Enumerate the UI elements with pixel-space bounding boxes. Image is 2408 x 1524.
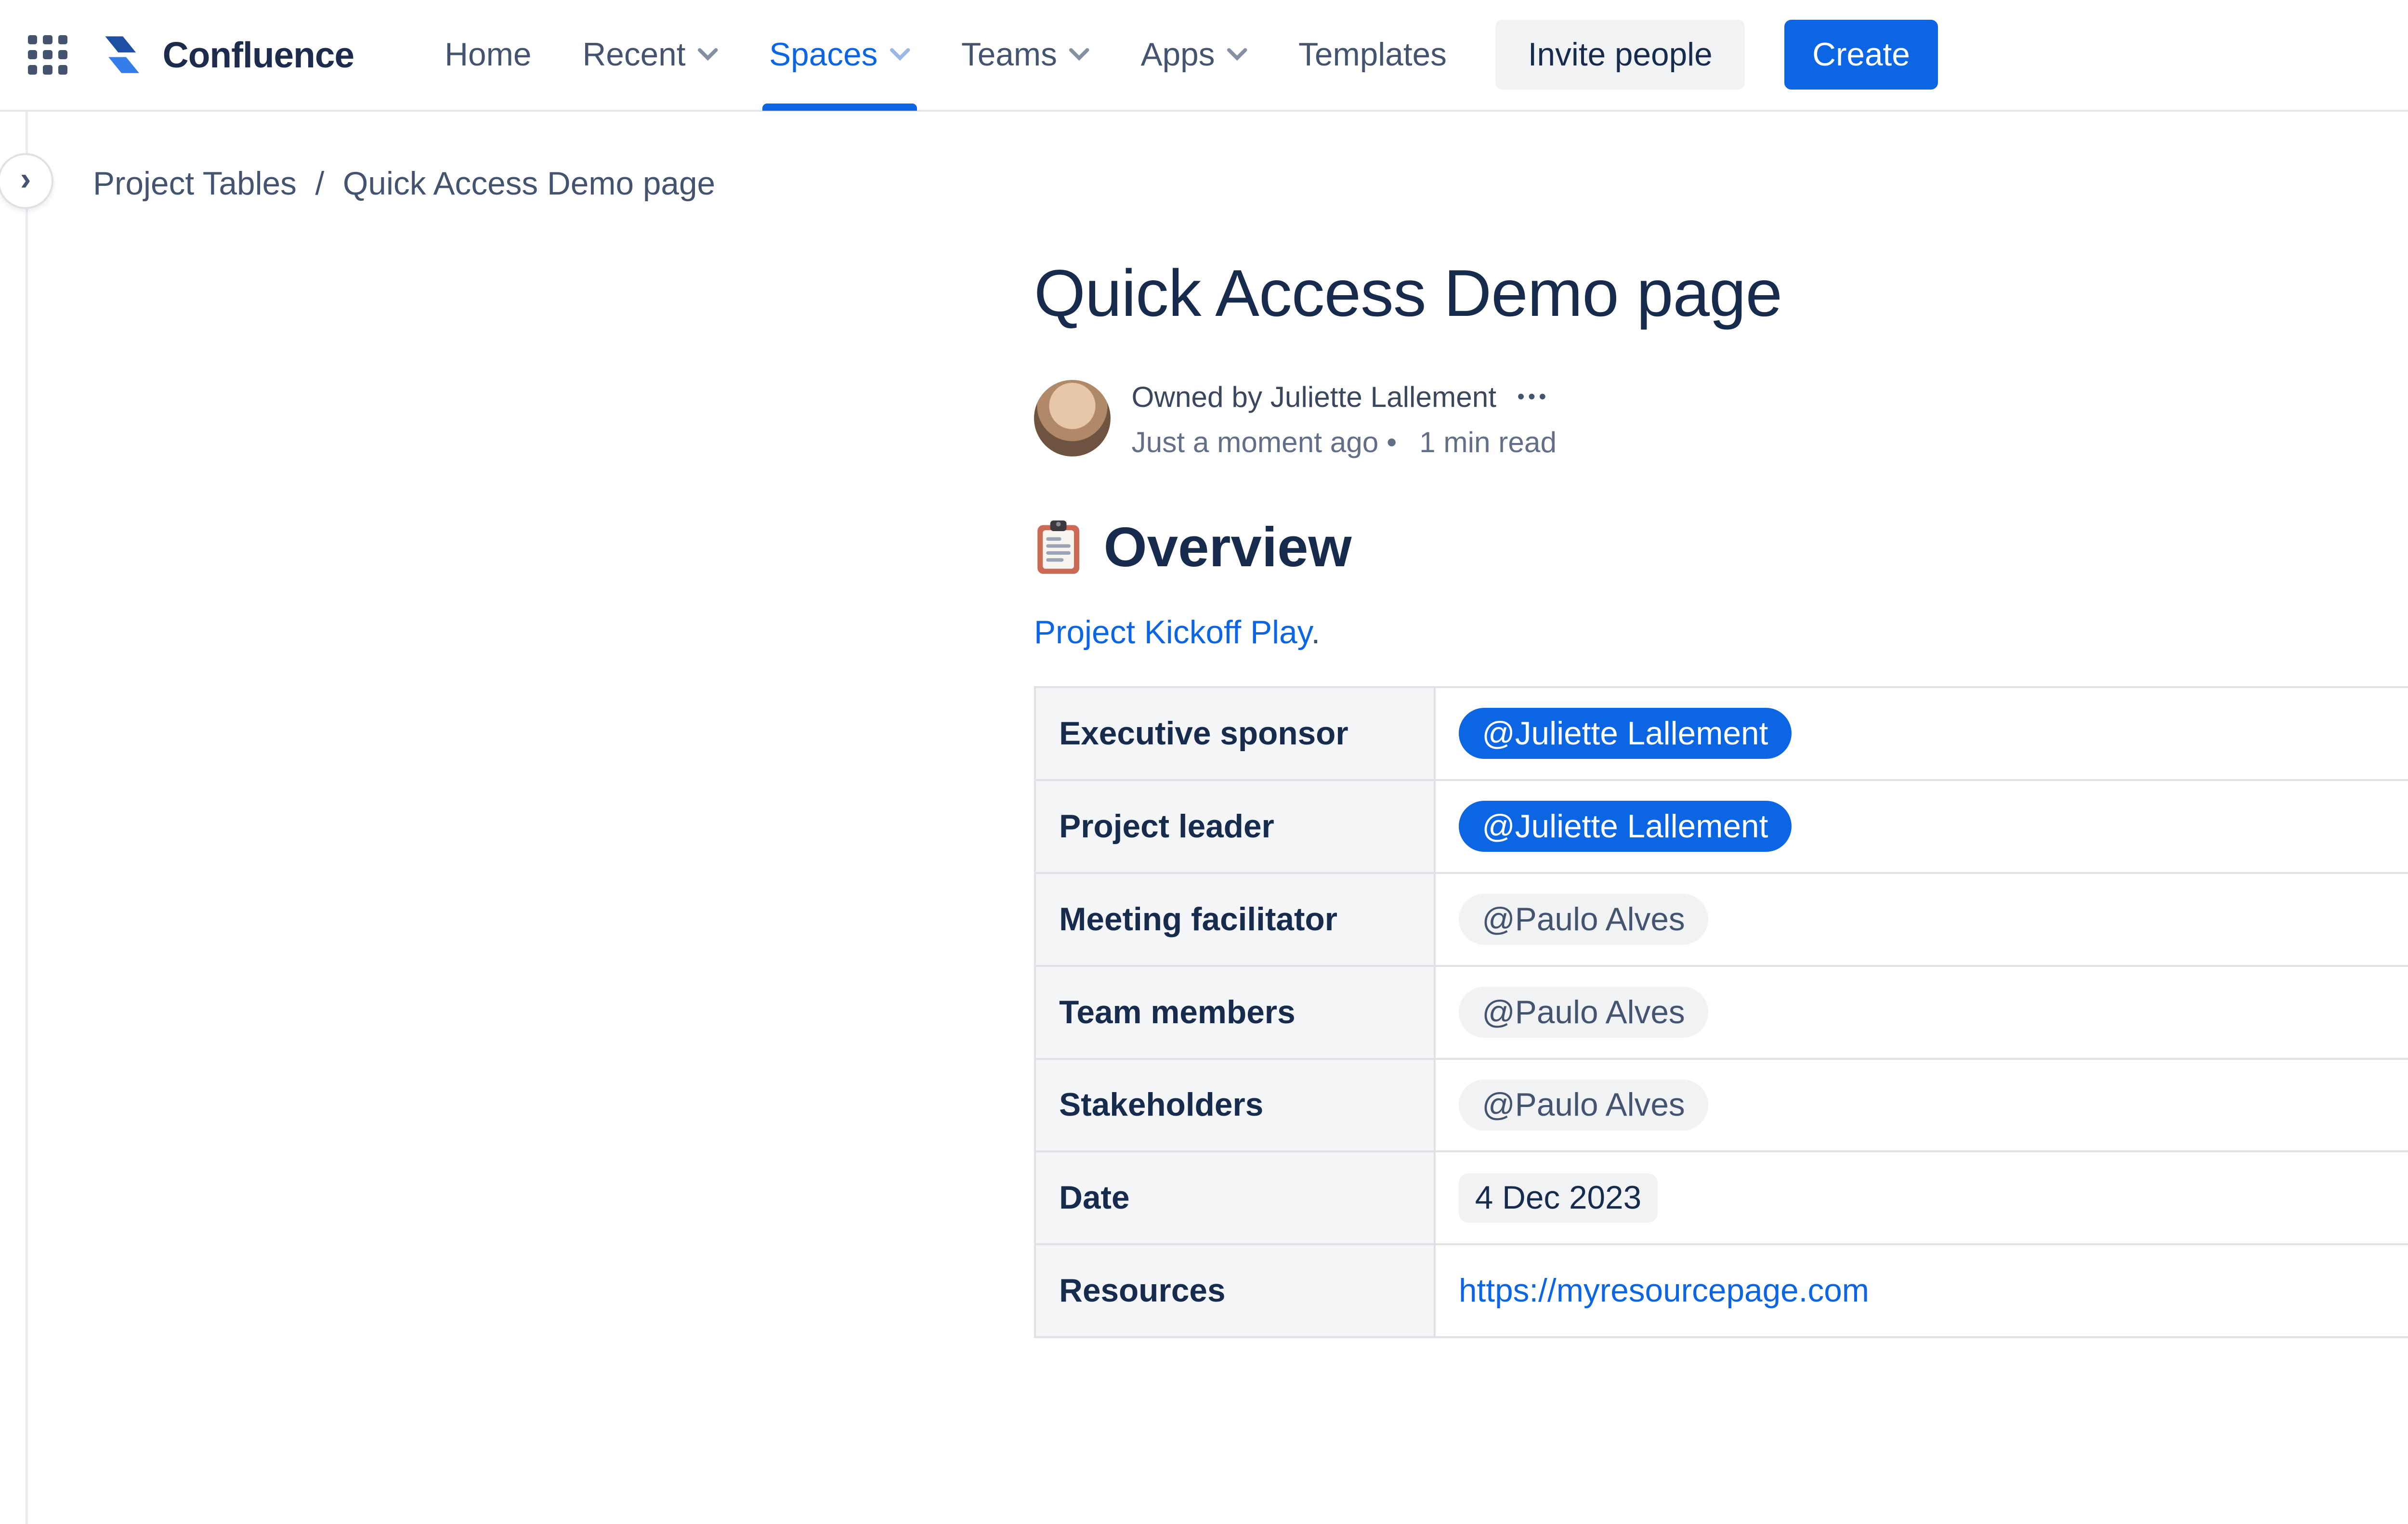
user-mention-pill[interactable]: @Juliette Lallement	[1459, 708, 1792, 759]
user-mention-pill[interactable]: @Juliette Lallement	[1459, 801, 1792, 852]
chevron-right-icon: ›	[20, 160, 31, 197]
table-row: Executive sponsor @Juliette Lallement	[1034, 686, 2408, 781]
page-meta: Just a moment ago • 1 min read	[1131, 426, 1557, 459]
nav-item-home[interactable]: Home	[419, 0, 557, 111]
collapsed-sidebar-rail	[26, 111, 28, 1524]
table-row: Project leader @Juliette Lallement	[1034, 779, 2408, 874]
row-label: Resources	[1034, 1243, 1436, 1339]
user-mention-pill[interactable]: @Paulo Alves	[1459, 987, 1708, 1038]
date-chip[interactable]: 4 Dec 2023	[1459, 1173, 1658, 1223]
confluence-logo[interactable]: Confluence	[98, 30, 354, 79]
resource-link[interactable]: https://myresourcepage.com	[1459, 1273, 1869, 1309]
table-row: Meeting facilitator @Paulo Alves	[1034, 872, 2408, 967]
nav-item-templates[interactable]: Templates	[1273, 0, 1472, 111]
table-row: Stakeholders @Paulo Alves	[1034, 1057, 2408, 1153]
intro-paragraph: Project Kickoff Play.	[1034, 614, 1321, 651]
breadcrumb: Project Tables / Quick Access Demo page	[93, 165, 715, 202]
primary-nav: Home Recent Spaces Teams Apps Templates	[419, 0, 1472, 111]
create-button[interactable]: Create	[1784, 20, 1938, 90]
breadcrumb-separator: /	[315, 165, 325, 202]
project-kickoff-play-link[interactable]: Project Kickoff Play	[1034, 614, 1311, 651]
app-switcher-icon[interactable]	[27, 35, 67, 75]
byline: Owned by Juliette Lallement ••• Just a m…	[1034, 380, 2408, 459]
row-label: Stakeholders	[1034, 1057, 1436, 1153]
chevron-down-icon	[1069, 48, 1089, 61]
table-row: Date 4 Dec 2023	[1034, 1150, 2408, 1246]
owner-more-button[interactable]: •••	[1517, 385, 1549, 409]
chevron-down-icon	[1227, 48, 1247, 61]
user-mention-pill[interactable]: @Paulo Alves	[1459, 894, 1708, 945]
confluence-app-window: Confluence Home Recent Spaces Teams Apps	[0, 0, 2408, 1524]
project-details-table: Executive sponsor @Juliette Lallement Pr…	[1034, 686, 2408, 1339]
row-label: Executive sponsor	[1034, 686, 1436, 781]
confluence-logo-icon	[105, 36, 139, 73]
owner-label: Owned by Juliette Lallement	[1131, 380, 1497, 414]
table-row: Team members @Paulo Alves	[1034, 964, 2408, 1060]
nav-item-apps[interactable]: Apps	[1115, 0, 1273, 111]
table-row: Resources https://myresourcepage.com	[1034, 1243, 2408, 1339]
page-title: Quick Access Demo page	[1034, 256, 1782, 330]
breadcrumb-space-link[interactable]: Project Tables	[93, 165, 297, 202]
clipboard-icon	[1037, 520, 1080, 574]
section-heading: Overview	[1034, 515, 2408, 579]
row-label: Meeting facilitator	[1034, 872, 1436, 967]
row-label: Date	[1034, 1150, 1436, 1246]
nav-item-spaces[interactable]: Spaces	[744, 0, 936, 111]
owner-avatar[interactable]	[1034, 380, 1111, 457]
nav-item-teams[interactable]: Teams	[936, 0, 1115, 111]
page-content: Quick Access Demo page Owned by Juliette…	[1034, 256, 2408, 1339]
invite-people-button[interactable]: Invite people	[1495, 20, 1745, 90]
top-navigation-bar: Confluence Home Recent Spaces Teams Apps	[0, 0, 2408, 112]
chevron-down-icon	[697, 48, 718, 61]
nav-item-recent[interactable]: Recent	[557, 0, 744, 111]
expand-sidebar-button[interactable]: ›	[0, 153, 53, 209]
product-name: Confluence	[162, 34, 354, 75]
row-label: Team members	[1034, 964, 1436, 1060]
chevron-down-icon	[890, 48, 910, 61]
breadcrumb-page-link[interactable]: Quick Access Demo page	[343, 165, 715, 202]
row-label: Project leader	[1034, 779, 1436, 874]
user-mention-pill[interactable]: @Paulo Alves	[1459, 1080, 1708, 1131]
